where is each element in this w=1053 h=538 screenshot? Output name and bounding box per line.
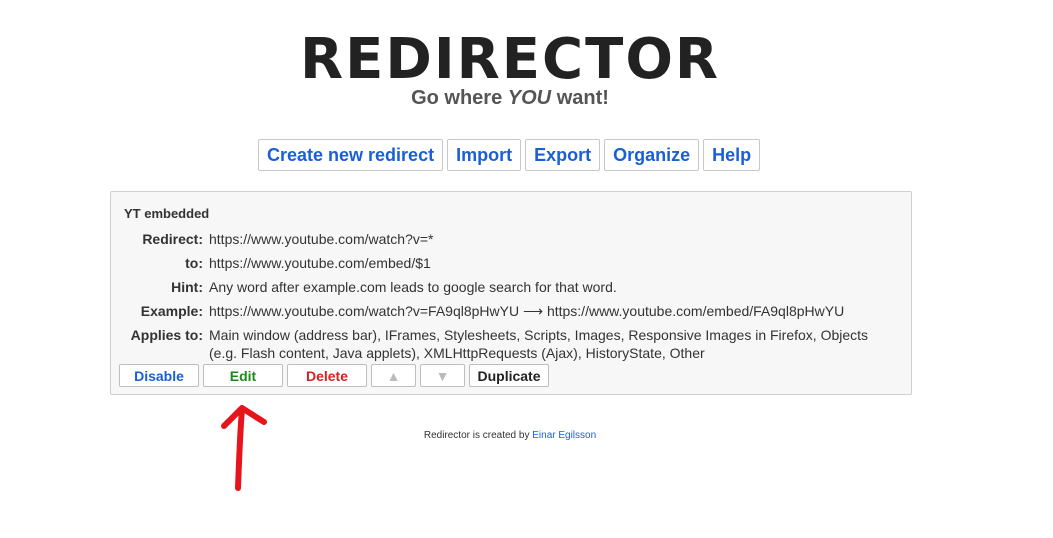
field-label: Applies to: [130, 327, 203, 343]
organize-button[interactable]: Organize [604, 139, 700, 171]
redirect-title: YT embedded [124, 206, 210, 221]
field-value: Any word after example.com leads to goog… [209, 279, 617, 295]
redirector-page: REDIRECTOR Go where YOU want! Create new… [0, 0, 1053, 538]
main-menu: Create new redirect Import Export Organi… [258, 139, 761, 171]
field-label: Redirect: [142, 231, 203, 247]
tagline-prefix: Go where [411, 87, 503, 109]
field-value: Main window (address bar), IFrames, Styl… [209, 327, 869, 361]
tagline: Go where YOU want! [0, 86, 1020, 110]
footer: Redirector is created by Einar Egilsson [0, 430, 1020, 441]
move-down-button[interactable]: ▼ [420, 364, 465, 387]
move-up-button[interactable]: ▲ [371, 364, 416, 387]
app-logo: REDIRECTOR [299, 27, 721, 92]
field-value: https://www.youtube.com/embed/$1 [209, 255, 431, 271]
arrow-shaft [235, 407, 245, 491]
import-button[interactable]: Import [447, 139, 522, 171]
edit-button[interactable]: Edit [203, 364, 283, 387]
red-arrow-annotation [221, 405, 267, 491]
export-button[interactable]: Export [525, 139, 601, 171]
tagline-suffix: want! [556, 87, 609, 109]
field-label: to: [185, 255, 203, 271]
redirect-card: YT embedded Redirect: https://www.youtub… [110, 191, 912, 395]
tagline-emphasis: YOU [507, 87, 552, 109]
delete-button[interactable]: Delete [287, 364, 367, 387]
field-label: Example: [140, 303, 203, 319]
disable-button[interactable]: Disable [119, 364, 199, 387]
create-new-redirect-button[interactable]: Create new redirect [258, 139, 444, 171]
field-label: Hint: [171, 279, 203, 295]
footer-text: Redirector is created by [423, 430, 530, 441]
redirect-actions: Disable Edit Delete ▲ ▼ Duplicate [119, 364, 549, 387]
duplicate-button[interactable]: Duplicate [469, 364, 549, 387]
field-value: https://www.youtube.com/watch?v=FA9ql8pH… [209, 303, 845, 319]
author-link[interactable]: Einar Egilsson [532, 430, 596, 441]
field-value: https://www.youtube.com/watch?v=* [209, 231, 434, 247]
help-button[interactable]: Help [703, 139, 761, 171]
